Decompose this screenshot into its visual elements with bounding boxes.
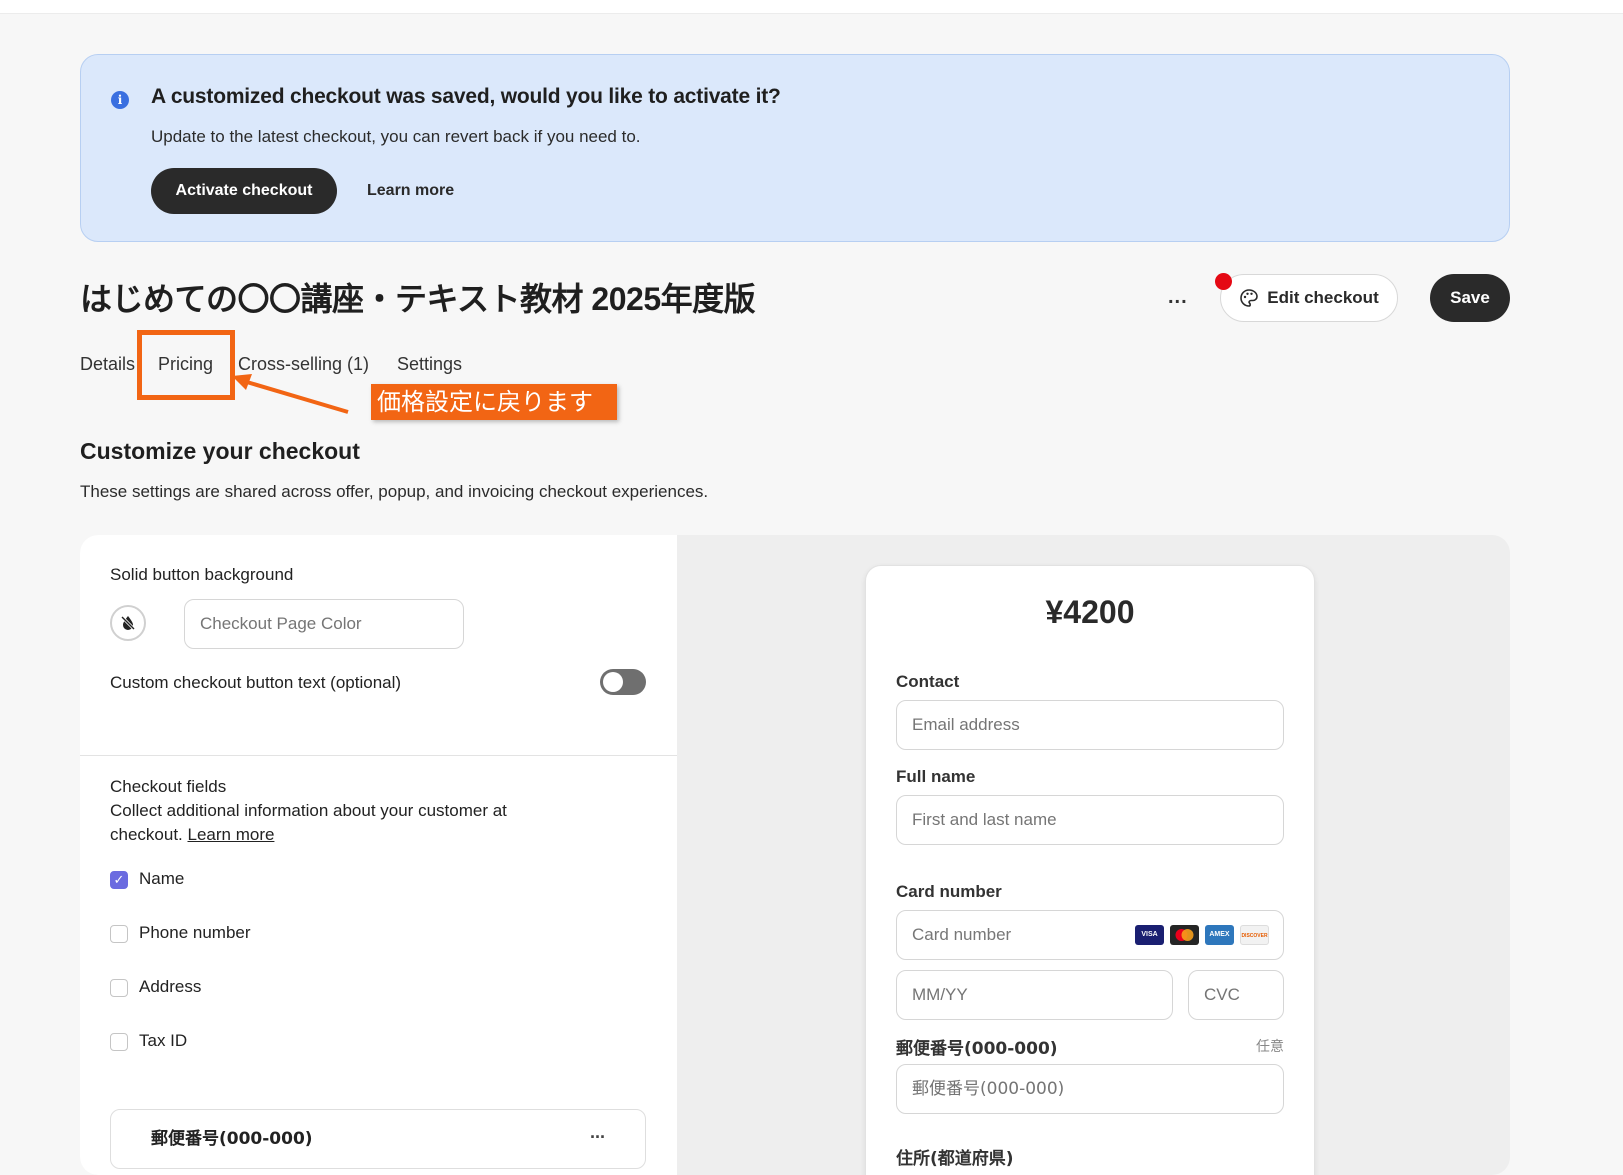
phone-checkbox[interactable] — [110, 925, 128, 943]
custom-field-label: 郵便番号(000-000) — [151, 1129, 313, 1149]
notification-dot — [1215, 273, 1232, 290]
banner-learn-more-link[interactable]: Learn more — [367, 182, 454, 200]
custom-text-toggle[interactable] — [600, 669, 646, 695]
tab-settings[interactable]: Settings — [397, 354, 462, 375]
section-divider — [80, 755, 677, 756]
edit-checkout-label: Edit checkout — [1267, 288, 1379, 307]
save-button[interactable]: Save — [1430, 274, 1510, 322]
edit-checkout-button[interactable]: Edit checkout — [1220, 274, 1398, 322]
more-options-button[interactable]: ... — [1168, 286, 1188, 309]
custom-field-menu-button[interactable]: ... — [590, 1122, 605, 1143]
postal-optional-tag: 任意 — [1256, 1039, 1284, 1055]
info-icon: i — [111, 91, 129, 109]
expiry-input[interactable] — [896, 970, 1173, 1020]
name-field-label: Name — [139, 869, 185, 888]
checkout-fields-desc2: checkout. — [110, 825, 183, 844]
activate-checkout-button[interactable]: Activate checkout — [151, 168, 337, 214]
checkout-color-input[interactable] — [184, 599, 464, 649]
custom-field-row[interactable]: 郵便番号(000-000) ... — [110, 1109, 646, 1169]
card-number-placeholder: Card number — [912, 925, 1012, 944]
annotation-callout: 価格設定に戻ります — [371, 384, 617, 420]
settings-pane: Solid button background Custom checkout … — [80, 535, 677, 1175]
tax-id-checkbox[interactable] — [110, 1033, 128, 1051]
contact-label: Contact — [896, 672, 960, 691]
annotation-arrow — [232, 374, 349, 414]
palette-icon — [1240, 289, 1259, 307]
name-checkbox[interactable]: ✓ — [110, 871, 128, 889]
checkout-price: ¥4200 — [1045, 594, 1135, 630]
card-number-label: Card number — [896, 882, 1002, 901]
phone-field-label: Phone number — [139, 923, 251, 942]
address-field-label: Address — [139, 977, 202, 996]
customize-panel: Solid button background Custom checkout … — [80, 535, 1510, 1175]
button-bg-label: Solid button background — [110, 565, 294, 584]
no-color-icon — [120, 615, 136, 631]
section-subtitle: These settings are shared across offer, … — [80, 482, 709, 501]
mastercard-icon — [1170, 925, 1199, 945]
section-title: Customize your checkout — [80, 438, 360, 464]
checkout-fields-desc-line2: checkout. Learn more — [110, 825, 274, 845]
checkout-fields-desc: Collect additional information about you… — [110, 801, 507, 820]
card-number-input[interactable]: Card number VISA AMEX DISCOVER — [896, 910, 1284, 960]
postal-code-input[interactable] — [896, 1064, 1284, 1114]
cvc-input[interactable] — [1188, 970, 1284, 1020]
email-input[interactable] — [896, 700, 1284, 750]
checkout-preview-card: ¥4200 Contact Full name Card number Card… — [865, 565, 1315, 1175]
full-name-input[interactable] — [896, 795, 1284, 845]
page-title: はじめての〇〇講座・テキスト教材 2025年度版 — [80, 281, 756, 317]
color-swatch[interactable] — [110, 605, 146, 641]
tax-id-field-label: Tax ID — [139, 1031, 188, 1050]
discover-icon: DISCOVER — [1240, 925, 1269, 945]
tab-details[interactable]: Details — [80, 354, 135, 375]
top-bar — [0, 0, 1623, 14]
mastercard-logo — [1175, 929, 1194, 941]
banner-title: A customized checkout was saved, would y… — [151, 85, 781, 108]
activate-checkout-banner: i A customized checkout was saved, would… — [80, 54, 1510, 242]
checkout-fields-title: Checkout fields — [110, 777, 227, 796]
address-checkbox[interactable] — [110, 979, 128, 997]
checkout-fields-learn-more-link[interactable]: Learn more — [188, 825, 275, 844]
card-brand-icons: VISA AMEX DISCOVER — [1135, 925, 1269, 945]
visa-icon: VISA — [1135, 925, 1164, 945]
amex-icon: AMEX — [1205, 925, 1234, 945]
custom-text-label: Custom checkout button text (optional) — [110, 673, 402, 692]
full-name-label: Full name — [896, 767, 976, 786]
banner-subtitle: Update to the latest checkout, you can r… — [151, 127, 641, 146]
postal-code-label: 郵便番号(000-000) — [896, 1039, 1058, 1059]
